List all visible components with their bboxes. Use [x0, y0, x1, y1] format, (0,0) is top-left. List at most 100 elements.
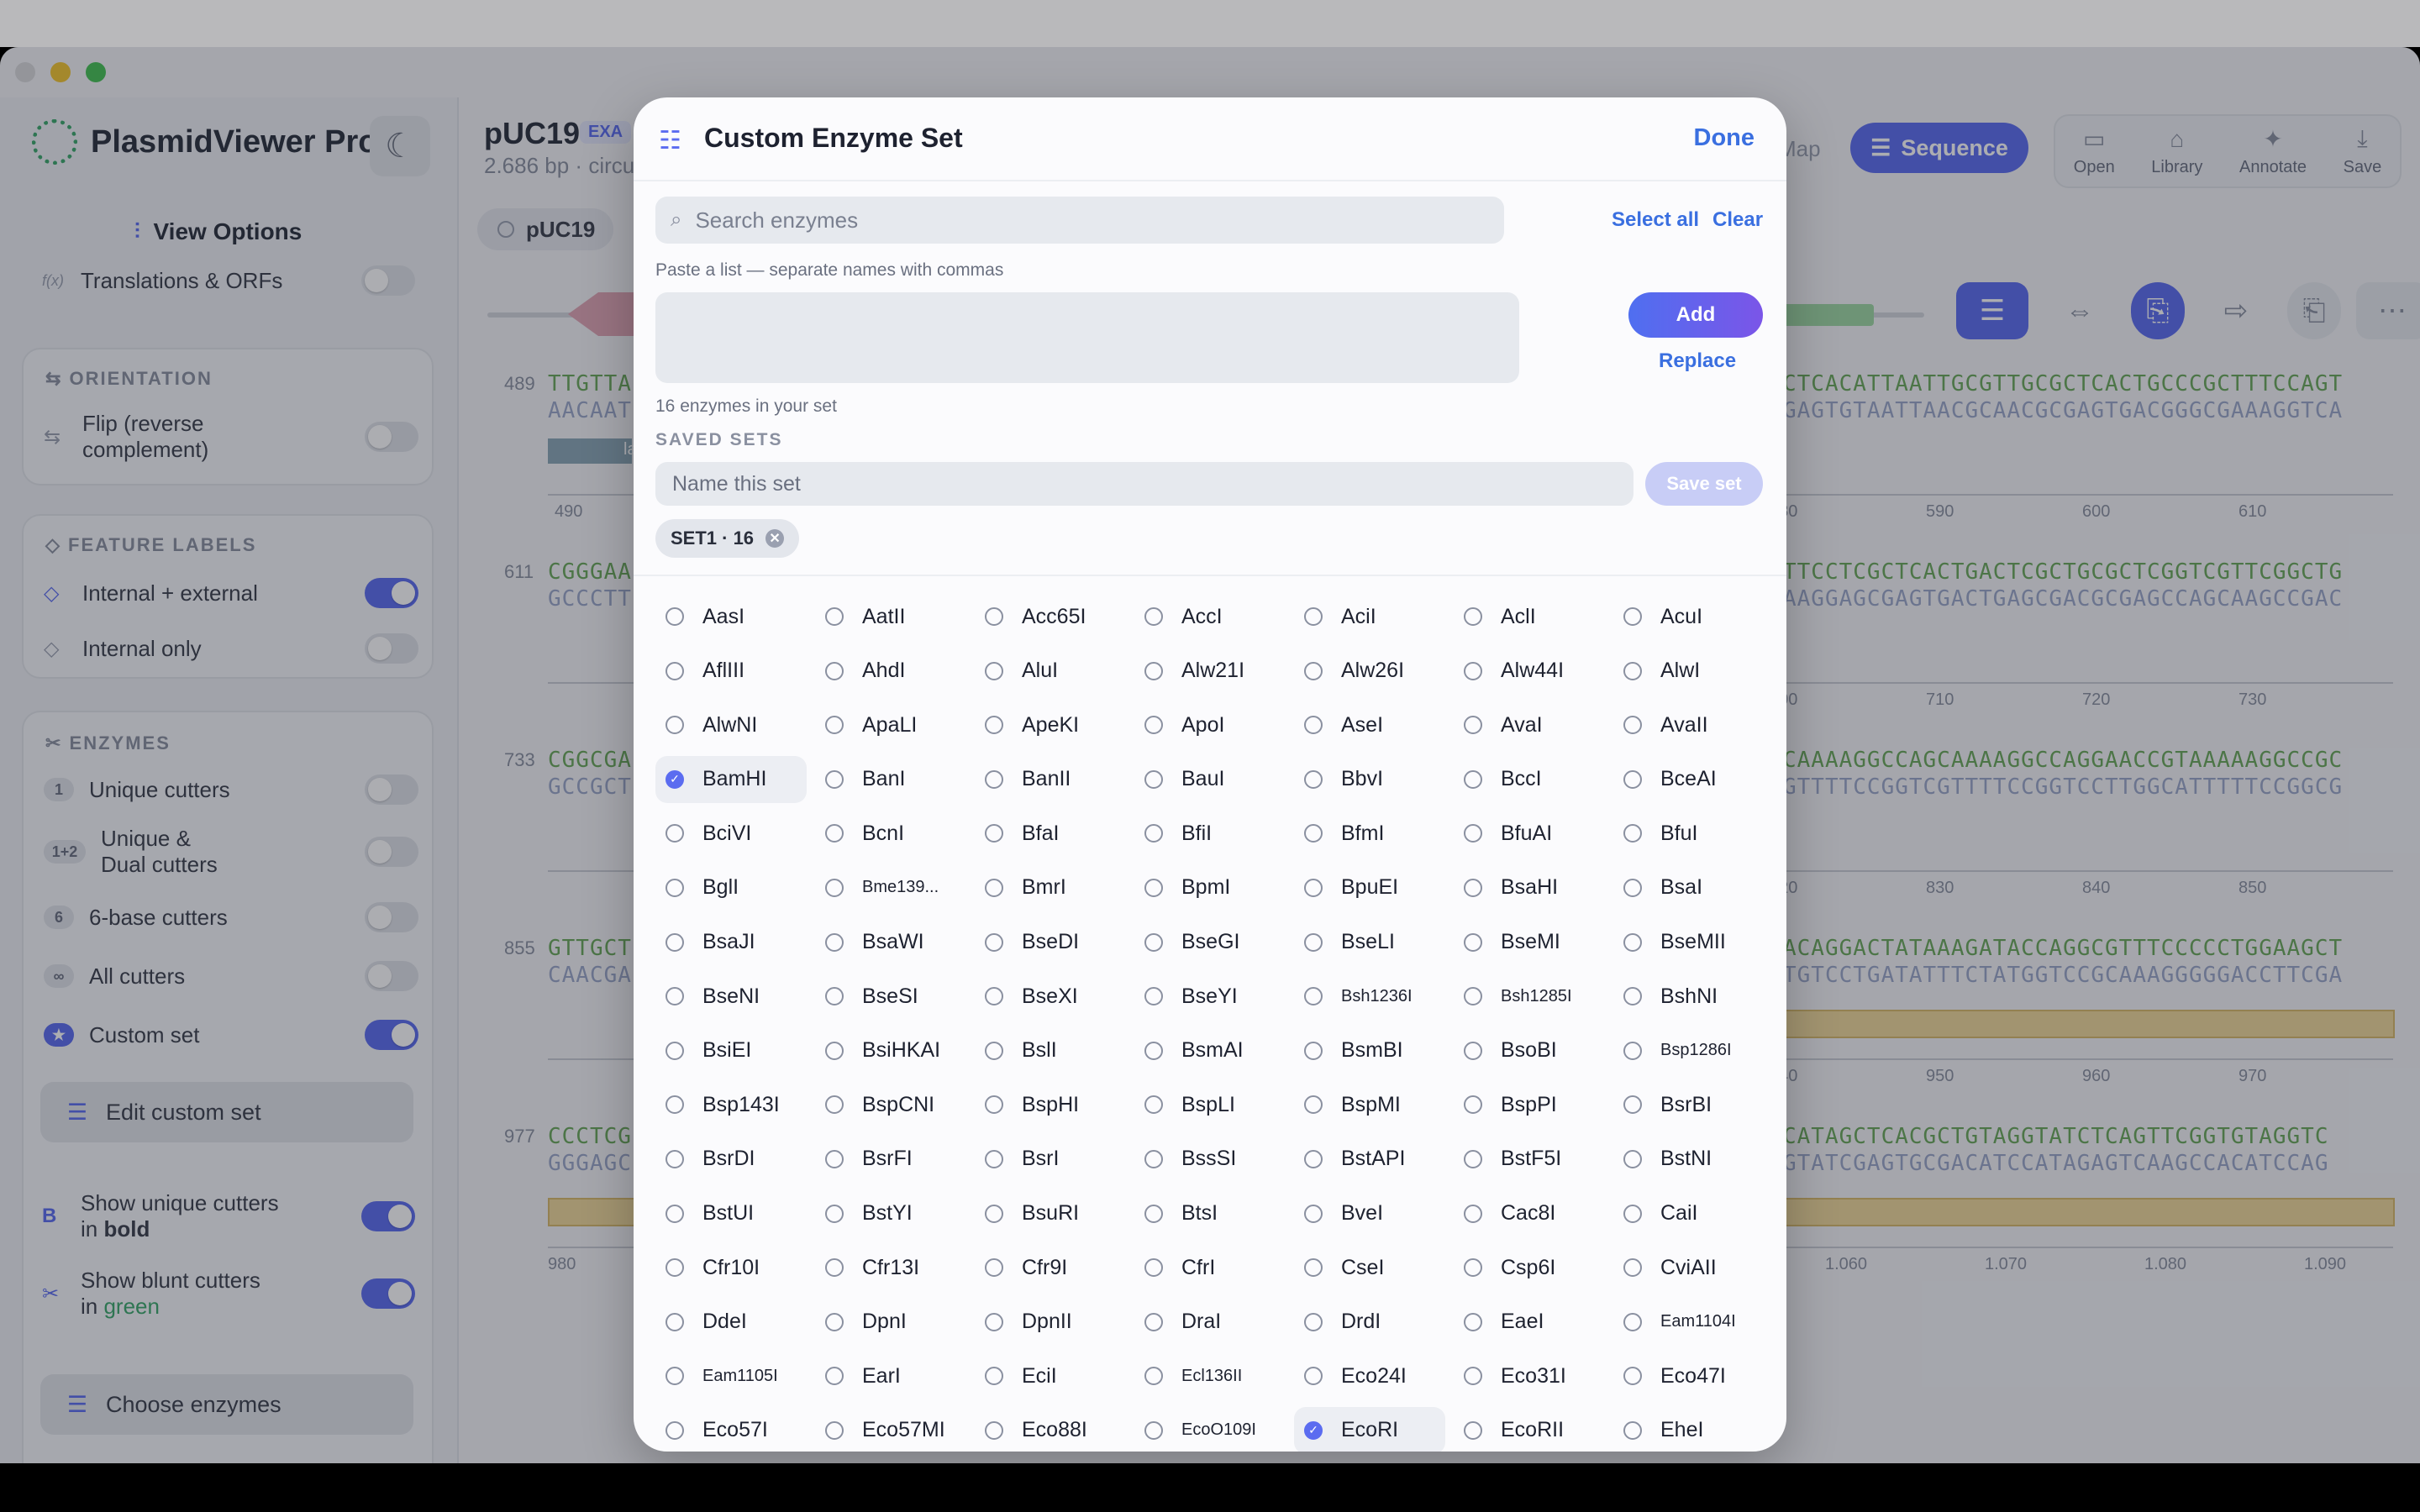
- enzyme-option[interactable]: BspCNI: [815, 1081, 966, 1128]
- radio-icon[interactable]: [1144, 1312, 1163, 1331]
- radio-icon[interactable]: [1304, 824, 1323, 843]
- enzyme-option[interactable]: BspMI: [1294, 1081, 1445, 1128]
- radio-icon[interactable]: [1623, 1095, 1642, 1115]
- radio-icon[interactable]: [985, 769, 1003, 789]
- radio-icon[interactable]: [666, 1312, 684, 1331]
- radio-icon[interactable]: [1623, 607, 1642, 626]
- enzyme-option[interactable]: BanII: [975, 756, 1126, 803]
- enzyme-option[interactable]: Bsh1285I: [1454, 973, 1605, 1020]
- radio-icon[interactable]: [825, 1041, 844, 1060]
- enzyme-option[interactable]: BanI: [815, 756, 966, 803]
- radio-icon[interactable]: [1304, 769, 1323, 789]
- enzyme-option[interactable]: EheI: [1613, 1407, 1765, 1452]
- enzyme-option[interactable]: BseXI: [975, 973, 1126, 1020]
- radio-icon[interactable]: [825, 1204, 844, 1223]
- radio-icon[interactable]: [825, 1258, 844, 1278]
- enzyme-option[interactable]: Eam1104I: [1613, 1299, 1765, 1346]
- enzyme-option[interactable]: Eam1105I: [655, 1352, 807, 1399]
- radio-icon[interactable]: [666, 1204, 684, 1223]
- enzyme-option[interactable]: Eco24I: [1294, 1352, 1445, 1399]
- enzyme-option[interactable]: BsuRI: [975, 1190, 1126, 1237]
- enzyme-option[interactable]: BseSI: [815, 973, 966, 1020]
- enzyme-option[interactable]: AseI: [1294, 701, 1445, 748]
- add-button[interactable]: Add: [1628, 292, 1763, 338]
- enzyme-option[interactable]: AccI: [1134, 593, 1286, 640]
- enzyme-option[interactable]: BslI: [975, 1027, 1126, 1074]
- radio-icon[interactable]: [1144, 1041, 1163, 1060]
- enzyme-option[interactable]: BseMI: [1454, 919, 1605, 966]
- radio-icon[interactable]: [1623, 824, 1642, 843]
- radio-icon[interactable]: [1464, 661, 1482, 680]
- radio-icon[interactable]: [1144, 932, 1163, 952]
- radio-icon[interactable]: [1623, 987, 1642, 1006]
- radio-icon[interactable]: [1144, 661, 1163, 680]
- radio-icon[interactable]: [825, 661, 844, 680]
- enzyme-option[interactable]: BstUI: [655, 1190, 807, 1237]
- radio-icon[interactable]: [1304, 878, 1323, 897]
- enzyme-option[interactable]: BpuEI: [1294, 864, 1445, 911]
- enzyme-option[interactable]: BspHI: [975, 1081, 1126, 1128]
- enzyme-option[interactable]: AasI: [655, 593, 807, 640]
- enzyme-option[interactable]: BsaI: [1613, 864, 1765, 911]
- radio-icon[interactable]: [1144, 1367, 1163, 1386]
- enzyme-option[interactable]: BseGI: [1134, 919, 1286, 966]
- enzyme-option[interactable]: AcuI: [1613, 593, 1765, 640]
- radio-icon[interactable]: [1304, 1367, 1323, 1386]
- radio-icon[interactable]: [1464, 1312, 1482, 1331]
- enzyme-option[interactable]: EciI: [975, 1352, 1126, 1399]
- radio-icon[interactable]: [1304, 607, 1323, 626]
- radio-icon[interactable]: [1144, 878, 1163, 897]
- enzyme-option[interactable]: BshNI: [1613, 973, 1765, 1020]
- radio-icon[interactable]: [1464, 824, 1482, 843]
- radio-icon[interactable]: [666, 716, 684, 735]
- enzyme-option[interactable]: BstAPI: [1294, 1136, 1445, 1183]
- radio-icon[interactable]: [1464, 1258, 1482, 1278]
- enzyme-option[interactable]: BfuAI: [1454, 810, 1605, 857]
- enzyme-option[interactable]: CseI: [1294, 1244, 1445, 1291]
- radio-icon[interactable]: [1304, 1204, 1323, 1223]
- enzyme-option[interactable]: BceAI: [1613, 756, 1765, 803]
- radio-icon[interactable]: [1623, 769, 1642, 789]
- enzyme-option[interactable]: AvaI: [1454, 701, 1605, 748]
- radio-icon[interactable]: [1144, 987, 1163, 1006]
- enzyme-option[interactable]: Eco57MI: [815, 1407, 966, 1452]
- enzyme-option[interactable]: BcnI: [815, 810, 966, 857]
- radio-icon[interactable]: [1464, 1204, 1482, 1223]
- enzyme-option[interactable]: DraI: [1134, 1299, 1286, 1346]
- enzyme-option[interactable]: BseLI: [1294, 919, 1445, 966]
- radio-icon[interactable]: [1464, 1041, 1482, 1060]
- enzyme-option[interactable]: BsoBI: [1454, 1027, 1605, 1074]
- enzyme-option[interactable]: BseNI: [655, 973, 807, 1020]
- enzyme-option[interactable]: DrdI: [1294, 1299, 1445, 1346]
- enzyme-option[interactable]: BccI: [1454, 756, 1605, 803]
- enzyme-option[interactable]: ✓ BamHI: [655, 755, 807, 803]
- enzyme-option[interactable]: BstF5I: [1454, 1136, 1605, 1183]
- radio-icon[interactable]: [1623, 1149, 1642, 1168]
- enzyme-option[interactable]: DpnII: [975, 1299, 1126, 1346]
- radio-icon[interactable]: [825, 1312, 844, 1331]
- enzyme-option[interactable]: Alw44I: [1454, 648, 1605, 695]
- save-set-button[interactable]: Save set: [1645, 462, 1763, 506]
- radio-icon[interactable]: [1304, 1041, 1323, 1060]
- radio-icon[interactable]: [666, 1041, 684, 1060]
- radio-icon[interactable]: [666, 824, 684, 843]
- radio-icon[interactable]: [985, 932, 1003, 952]
- enzyme-option[interactable]: ApoI: [1134, 701, 1286, 748]
- radio-icon[interactable]: [666, 661, 684, 680]
- radio-icon[interactable]: [1144, 1204, 1163, 1223]
- radio-icon[interactable]: [825, 1149, 844, 1168]
- radio-icon[interactable]: [1144, 1095, 1163, 1115]
- enzyme-option[interactable]: BpmI: [1134, 864, 1286, 911]
- enzyme-option[interactable]: AluI: [975, 648, 1126, 695]
- enzyme-option[interactable]: AflIII: [655, 648, 807, 695]
- radio-icon[interactable]: [985, 1312, 1003, 1331]
- radio-icon[interactable]: [666, 1095, 684, 1115]
- enzyme-option[interactable]: Alw26I: [1294, 648, 1445, 695]
- enzyme-option[interactable]: BbvI: [1294, 756, 1445, 803]
- enzyme-option[interactable]: Eco57I: [655, 1407, 807, 1452]
- select-all-button[interactable]: Select all: [1612, 208, 1699, 232]
- radio-icon[interactable]: [985, 1041, 1003, 1060]
- radio-icon[interactable]: [825, 607, 844, 626]
- enzyme-option[interactable]: Bme139...: [815, 864, 966, 911]
- radio-icon[interactable]: [985, 661, 1003, 680]
